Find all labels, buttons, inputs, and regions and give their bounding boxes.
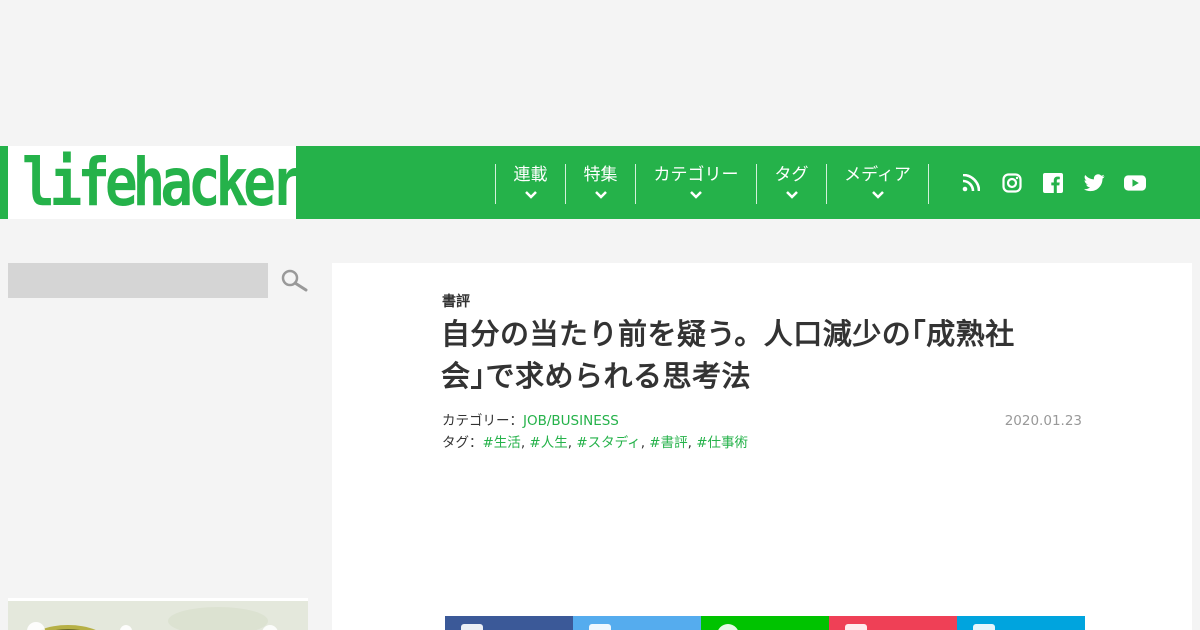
article-title-line: 会｣で求められる思考法 [441,359,752,393]
main-navbar: 連載 特集 カテゴリー タグ メディア [296,146,1200,219]
category-row: カテゴリー：JOB/BUSINESS [442,410,748,432]
article-title: 自分の当たり前を疑う。人口減少の｢成熟社 会｣で求められる思考法 [441,313,1091,397]
search-input[interactable] [8,263,268,298]
share-bar [445,616,1085,630]
publish-date: 2020.01.23 [1004,413,1082,429]
nav-item-features[interactable]: 特集 [565,164,635,204]
tag-link[interactable]: #スタディ [576,435,640,451]
nav-item-media[interactable]: メディア [826,164,929,204]
nav-menu: 連載 特集 カテゴリー タグ メディア [495,164,929,204]
instagram-icon[interactable] [1001,172,1023,194]
facebook-icon [461,624,483,630]
tag-label: タグ： [442,435,483,451]
tag-separator: , [567,435,573,451]
sidebar-feature-image[interactable] [8,598,308,630]
tag-link[interactable]: #仕事術 [696,435,748,451]
tag-separator: , [640,435,645,451]
site-logo[interactable]: lifehacker [22,144,304,222]
category-label: カテゴリー： [442,413,523,429]
hatena-icon [973,624,995,630]
twitter-icon[interactable] [1083,172,1105,194]
share-twitter-button[interactable] [573,616,701,630]
logo-area[interactable]: lifehacker [0,144,304,222]
section-label[interactable]: 書評 [442,291,470,311]
tag-link[interactable]: #生活 [483,435,521,451]
tag-row: タグ：#生活, #人生, #スタディ, #書評, #仕事術 [442,432,748,454]
rss-icon[interactable] [960,172,982,194]
tag-separator: , [687,435,692,451]
tag-link[interactable]: #人生 [529,435,567,451]
article-title-line: 自分の当たり前を疑う。人口減少の｢成熟社 [441,317,1015,351]
tag-separator: , [520,435,526,451]
chevron-down-icon [524,191,537,199]
logo-accent-bar [0,146,8,219]
chevron-down-icon [785,191,798,199]
chevron-down-icon [690,191,702,199]
search-icon[interactable] [280,268,308,294]
nav-item-label: 連載 [513,165,548,185]
nav-item-label: カテゴリー [653,165,739,185]
pocket-icon [845,624,867,630]
nav-item-category[interactable]: カテゴリー [635,164,756,204]
article-meta: カテゴリー：JOB/BUSINESS タグ：#生活, #人生, #スタディ, #… [442,410,748,454]
chevron-down-icon [871,191,884,199]
social-links [960,172,1146,194]
feature-thumbnail [8,601,308,630]
line-icon [717,624,739,630]
page: lifehacker 連載 特集 カテゴリー タグ メディア 書評 自分の当たり… [0,0,1200,630]
share-line-button[interactable] [701,616,829,630]
share-facebook-button[interactable] [445,616,573,630]
article-card: 書評 自分の当たり前を疑う。人口減少の｢成熟社 会｣で求められる思考法 カテゴリ… [332,263,1192,630]
share-pocket-button[interactable] [829,616,957,630]
category-link[interactable]: JOB/BUSINESS [523,413,619,429]
youtube-icon[interactable] [1124,172,1146,194]
tag-link[interactable]: #書評 [649,435,687,451]
nav-item-label: タグ [774,165,809,185]
share-hatena-button[interactable] [957,616,1085,630]
nav-item-label: メディア [844,165,911,185]
twitter-icon [589,624,611,630]
nav-item-series[interactable]: 連載 [495,164,565,204]
facebook-icon[interactable] [1042,172,1064,194]
nav-item-tags[interactable]: タグ [756,164,826,204]
nav-item-label: 特集 [583,165,618,185]
chevron-down-icon [594,191,607,199]
